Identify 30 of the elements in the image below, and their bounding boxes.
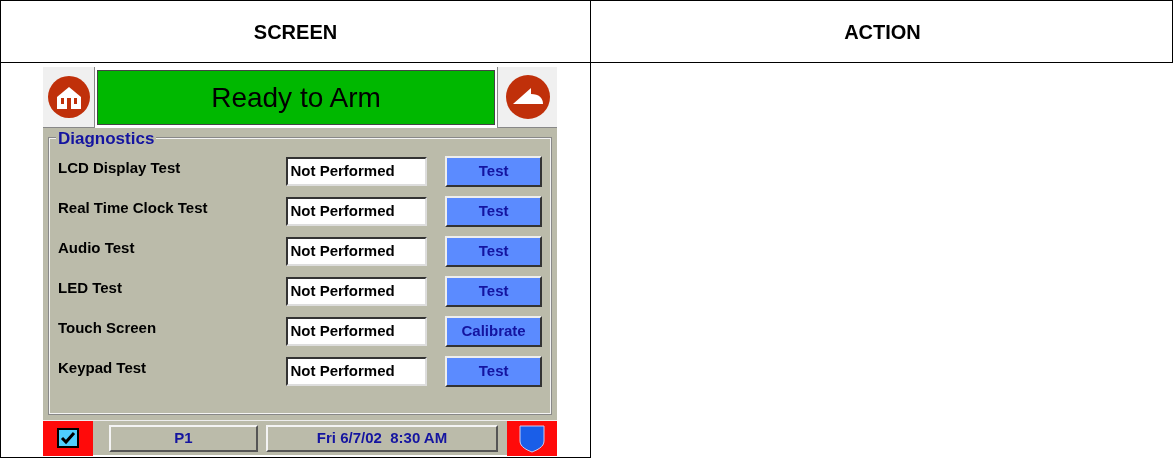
test-label: LCD Display Test	[58, 158, 182, 178]
column-header: SCREEN	[1, 1, 591, 63]
result-field: Not Performed	[285, 357, 428, 386]
group-title: Diagnostics	[56, 129, 157, 149]
home-button[interactable]	[43, 67, 95, 128]
test-label: Touch Screen	[58, 318, 158, 338]
house-icon	[46, 75, 91, 119]
test-label: LED Test	[58, 278, 123, 298]
test-label: Real Time Clock Test	[58, 198, 209, 218]
test-button[interactable]: Test	[445, 236, 542, 267]
shield-icon	[517, 423, 547, 453]
status-title: Ready to Arm	[97, 70, 495, 125]
shield-button[interactable]	[507, 420, 557, 456]
result-field: Not Performed	[285, 237, 428, 266]
test-button[interactable]: Test	[445, 276, 542, 307]
test-button[interactable]: Test	[445, 356, 542, 387]
test-button[interactable]: Calibrate	[445, 316, 542, 347]
test-button[interactable]: Test	[445, 196, 542, 227]
test-button[interactable]: Test	[445, 156, 542, 187]
checkbox-icon	[57, 428, 79, 448]
checklist-button[interactable]	[43, 420, 93, 456]
date-time: Fri 6/7/02 8:30 AM	[266, 424, 498, 452]
partition-indicator: P1	[109, 424, 258, 452]
result-field: Not Performed	[285, 157, 428, 186]
result-field: Not Performed	[285, 197, 428, 226]
result-field: Not Performed	[285, 277, 428, 306]
back-button[interactable]	[497, 67, 557, 128]
test-label: Keypad Test	[58, 358, 148, 378]
test-label: Audio Test	[58, 238, 136, 258]
result-field: Not Performed	[285, 317, 428, 346]
